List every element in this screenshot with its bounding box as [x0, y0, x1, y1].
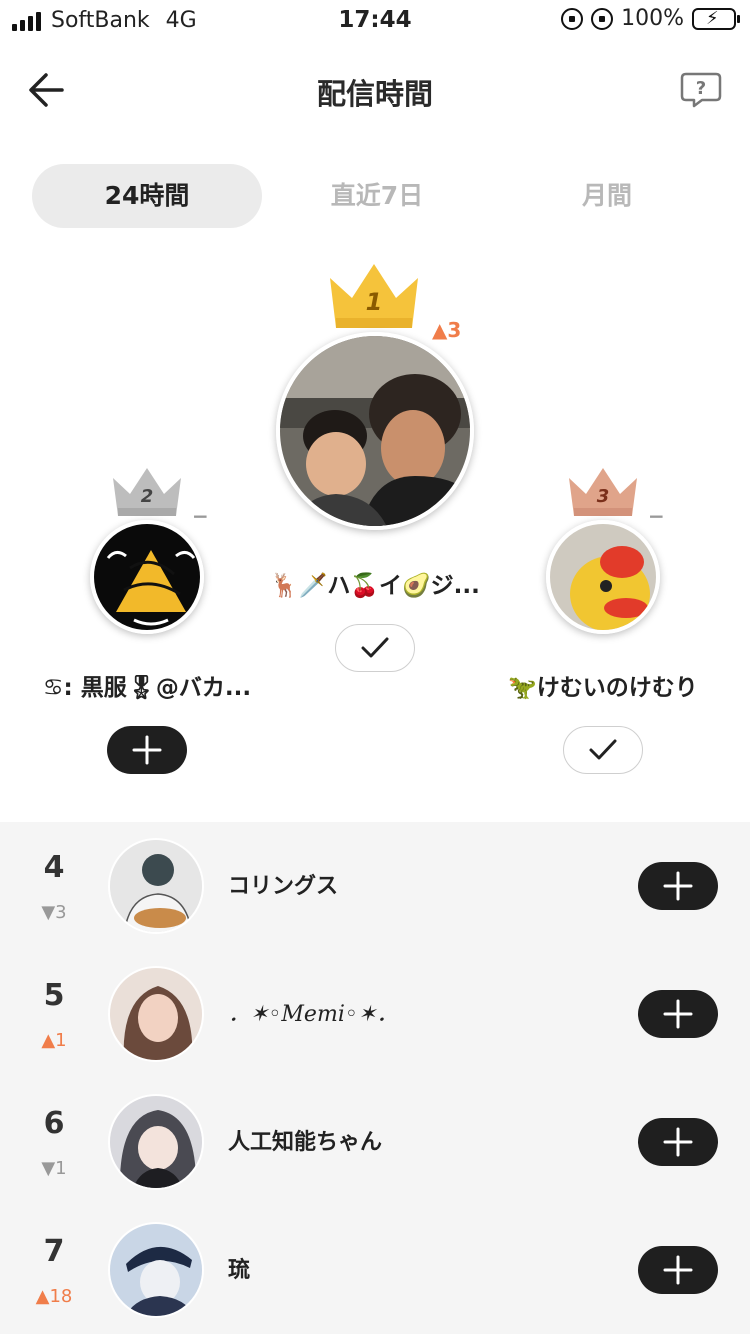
rank-change-up: ▲18	[35, 1286, 73, 1307]
list-item[interactable]: 4 ▼3 コリングス	[0, 822, 750, 950]
avatar-second[interactable]	[90, 520, 204, 634]
alarm-icon	[591, 7, 614, 30]
tab-monthly[interactable]: 月間	[492, 164, 722, 228]
podium-name-third: 🦖けむいのけむり	[508, 675, 698, 701]
nav-header: 配信時間 ?	[0, 55, 750, 125]
follow-button-second[interactable]	[107, 726, 187, 774]
rank-change-none: −	[648, 504, 665, 528]
tab-24h[interactable]: 24時間	[32, 164, 262, 228]
status-right: 100% ⚡	[561, 6, 740, 31]
plus-icon	[132, 735, 162, 765]
orientation-lock-icon	[561, 7, 584, 30]
rank-change-down: ▼3	[41, 902, 67, 923]
tab-7days[interactable]: 直近7日	[262, 164, 492, 228]
rank-number: 4	[43, 850, 65, 885]
rank-change-down: ▼1	[41, 1158, 67, 1179]
silver-crown-icon: 2	[110, 466, 184, 518]
rank-change-none: −	[192, 504, 209, 528]
avatar-first[interactable]	[276, 332, 474, 530]
rank-number: 7	[43, 1234, 65, 1269]
podium-name-first: 🦌🗡️ハ🍒イ🥑ジ...	[270, 573, 480, 599]
avatar[interactable]	[108, 838, 204, 934]
battery-icon: ⚡	[692, 7, 740, 30]
follow-button[interactable]	[638, 1118, 718, 1166]
help-button[interactable]: ?	[680, 71, 722, 109]
gold-crown-icon: 1	[326, 262, 422, 330]
checkmark-icon	[361, 637, 389, 658]
follow-button[interactable]	[638, 1246, 718, 1294]
following-button-third[interactable]	[563, 726, 643, 774]
rank-change-up: ▲1	[41, 1030, 67, 1051]
plus-icon	[663, 999, 693, 1029]
plus-icon	[663, 1255, 693, 1285]
list-item[interactable]: 5 ▲1 ．✶◦Memi◦✶．	[0, 950, 750, 1078]
plus-icon	[663, 1127, 693, 1157]
battery-percent: 100%	[621, 6, 684, 31]
avatar[interactable]	[108, 966, 204, 1062]
avatar-third[interactable]	[546, 520, 660, 634]
bronze-crown-icon: 3	[566, 466, 640, 518]
page-title: 配信時間	[316, 77, 433, 111]
rank-number: 6	[43, 1106, 65, 1141]
plus-icon	[663, 871, 693, 901]
checkmark-icon	[589, 739, 617, 760]
user-name: コリングス	[228, 874, 339, 899]
ranking-list: 4 ▼3 コリングス 5 ▲1 ．✶◦Memi◦✶． 6 ▼1 人工知能ちゃん …	[0, 822, 750, 1334]
user-name: 人工知能ちゃん	[228, 1130, 383, 1155]
period-tabs: 24時間 直近7日 月間	[32, 164, 722, 228]
question-bubble-icon: ?	[680, 72, 722, 108]
follow-button[interactable]	[638, 990, 718, 1038]
rank-number: 5	[43, 978, 65, 1013]
user-name: ．✶◦Memi◦✶．	[228, 1002, 399, 1027]
rank-number: 3	[596, 486, 610, 507]
rank-number: 2	[140, 486, 154, 507]
list-item[interactable]: 6 ▼1 人工知能ちゃん	[0, 1078, 750, 1206]
avatar[interactable]	[108, 1222, 204, 1318]
user-name: 琉	[228, 1258, 251, 1283]
list-item[interactable]: 7 ▲18 琉	[0, 1206, 750, 1334]
rank-number: 1	[365, 288, 383, 316]
svg-text:?: ?	[696, 78, 706, 99]
rank-change-up: ▲3	[432, 318, 462, 342]
podium-name-second: ♋︎: 黒服🎖@バカ...	[42, 675, 252, 701]
follow-button[interactable]	[638, 862, 718, 910]
following-button-first[interactable]	[335, 624, 415, 672]
status-bar: SoftBank 4G 17:44 100% ⚡	[0, 0, 750, 40]
avatar[interactable]	[108, 1094, 204, 1190]
